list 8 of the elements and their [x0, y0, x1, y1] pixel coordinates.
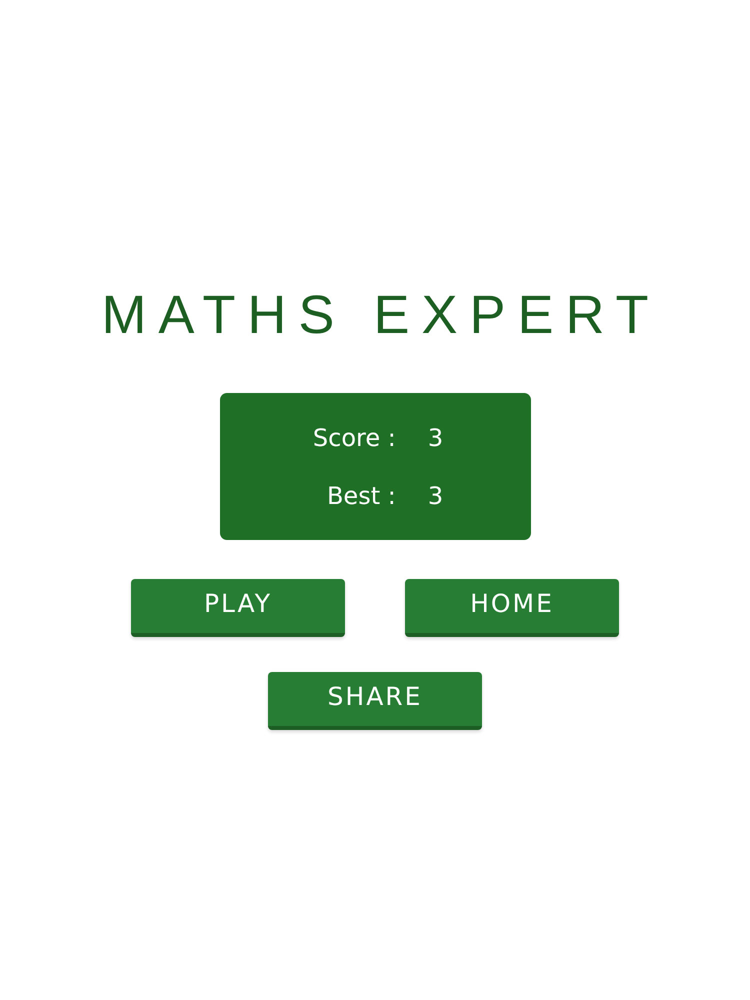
home-button[interactable]: HOME — [405, 579, 619, 637]
stat-label: Score : — [312, 424, 396, 452]
stat-label: Best : — [326, 482, 396, 510]
stat-value: 3 — [428, 482, 444, 510]
share-button[interactable]: SHARE — [268, 672, 482, 730]
stat-value: 3 — [428, 424, 444, 452]
play-button[interactable]: PLAY — [131, 579, 345, 637]
game-title: MATHS EXPERT — [100, 284, 661, 347]
